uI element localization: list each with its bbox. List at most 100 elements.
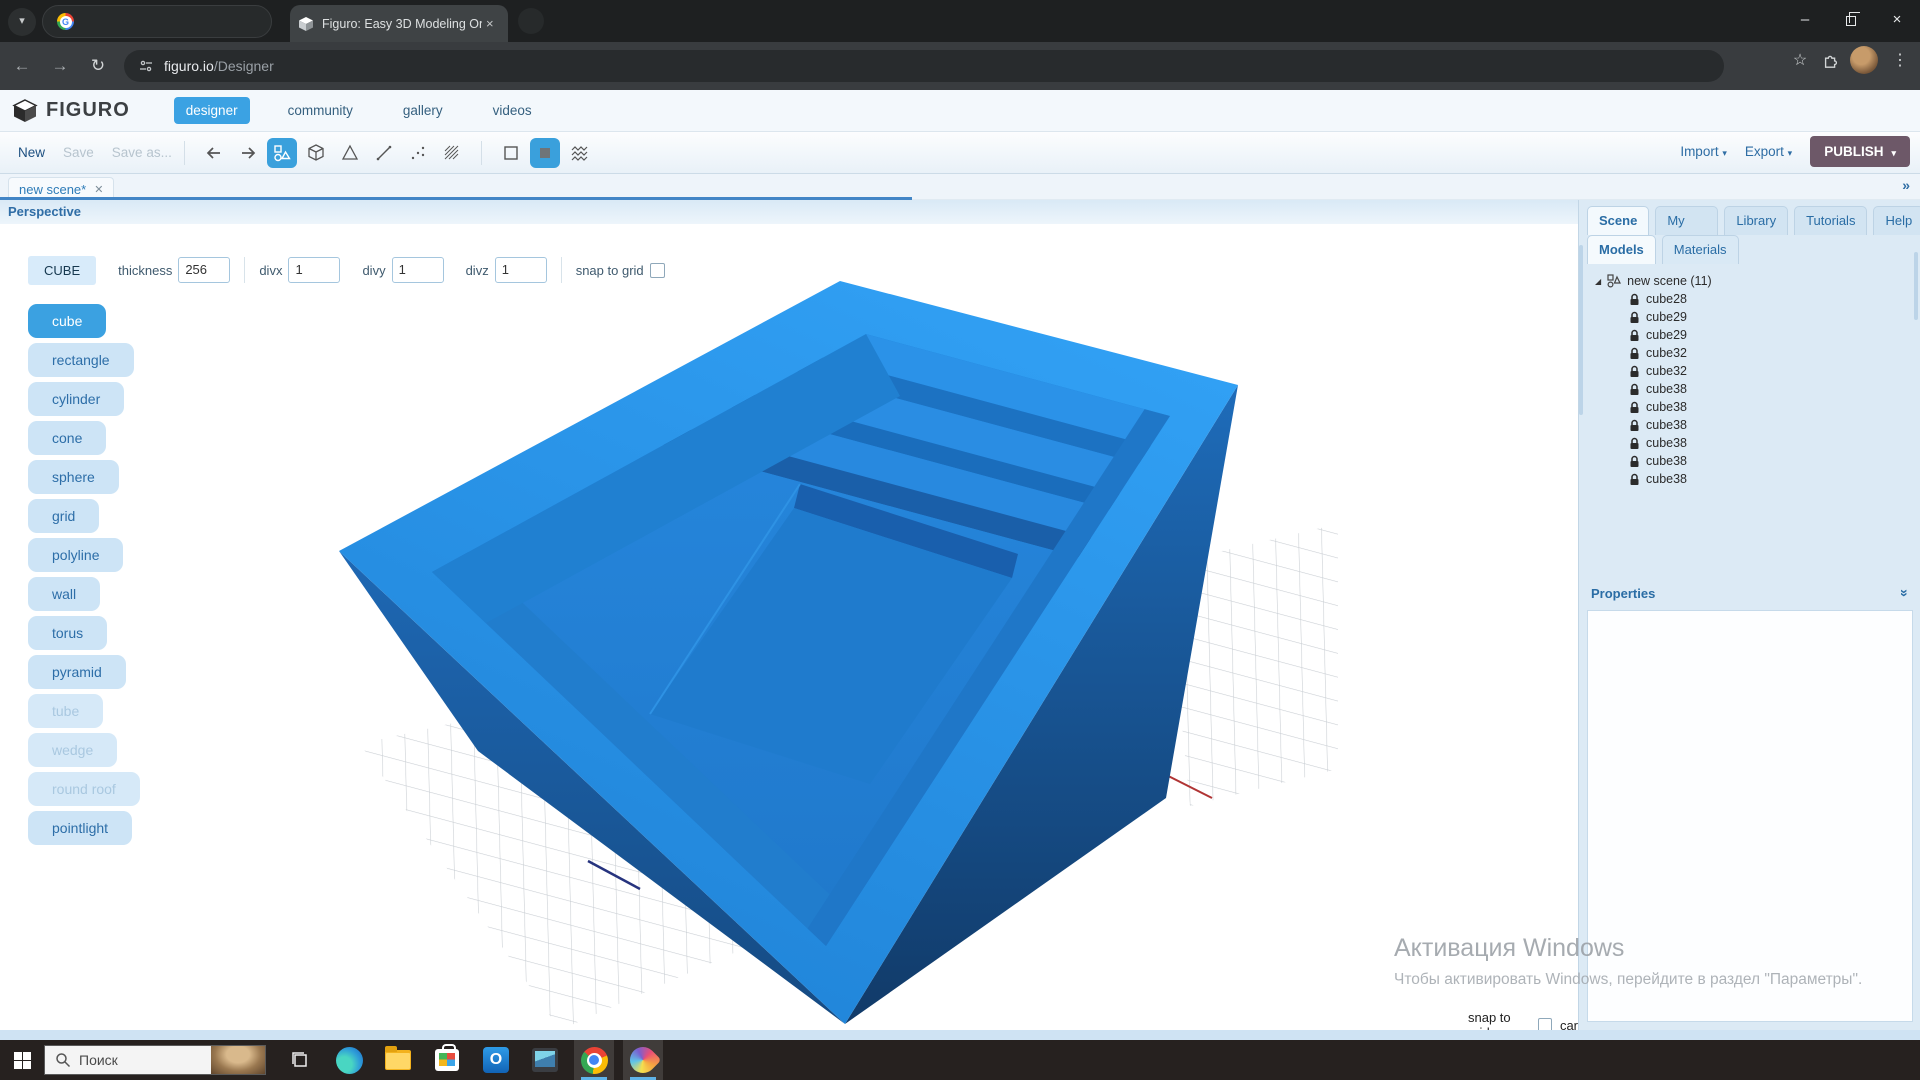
redo-button[interactable] <box>233 138 263 168</box>
snap-to-grid-checkbox-2[interactable] <box>1538 1018 1552 1031</box>
wireframe-button[interactable] <box>437 138 467 168</box>
browser-menu-icon[interactable]: ⋮ <box>1888 50 1912 70</box>
browser-tab-active[interactable]: Figuro: Easy 3D Modeling Onli × <box>290 5 508 42</box>
tree-item[interactable]: cube38 <box>1579 452 1920 470</box>
taskbar-app-paint[interactable] <box>623 1040 663 1080</box>
collapse-chevron-icon[interactable]: » <box>1897 589 1913 597</box>
line-tool-button[interactable] <box>369 138 399 168</box>
taskbar-app-store[interactable] <box>427 1040 467 1080</box>
panel-subtab[interactable]: Materials <box>1662 235 1739 264</box>
viewport-3d[interactable]: CUBE thickness 256 divx 1 divy 1 divz 1 … <box>0 224 1578 1030</box>
shape-button[interactable]: cube <box>28 304 106 338</box>
render-solid-button[interactable] <box>530 138 560 168</box>
taskbar-app-photos[interactable] <box>525 1040 565 1080</box>
panel-tab[interactable]: Scene <box>1587 206 1649 235</box>
shape-button[interactable]: torus <box>28 616 107 650</box>
panel-tab[interactable]: Library <box>1724 206 1788 235</box>
window-restore-button[interactable] <box>1828 0 1874 40</box>
vertices-tool-button[interactable] <box>403 138 433 168</box>
shape-button[interactable]: tube <box>28 694 103 728</box>
taskbar-app-explorer[interactable] <box>378 1040 418 1080</box>
tab-close-icon[interactable]: × <box>486 16 494 31</box>
tab-overflow-icon[interactable]: » <box>1902 177 1910 193</box>
panel-tab[interactable]: My Assets <box>1655 206 1718 235</box>
undo-button[interactable] <box>199 138 229 168</box>
tree-item[interactable]: cube32 <box>1579 344 1920 362</box>
nav-item[interactable]: gallery <box>391 97 455 124</box>
tree-item[interactable]: cube38 <box>1579 434 1920 452</box>
tab-search-chevron-icon[interactable]: ▾ <box>8 8 36 36</box>
tree-item[interactable]: cube28 <box>1579 290 1920 308</box>
new-tab-button[interactable] <box>518 8 544 34</box>
shape-button[interactable]: polyline <box>28 538 123 572</box>
panel-tab[interactable]: Help <box>1873 206 1920 235</box>
window-close-button[interactable]: × <box>1874 0 1920 40</box>
panel-scrollbar-right[interactable] <box>1914 252 1918 320</box>
shape-button[interactable]: pointlight <box>28 811 132 845</box>
site-info-icon[interactable] <box>138 58 154 74</box>
figuro-logo[interactable]: FIGURO <box>12 98 130 124</box>
taskbar-app-chrome[interactable] <box>574 1040 614 1080</box>
export-dropdown[interactable]: Export ▾ <box>1745 144 1792 159</box>
browser-tab-inactive[interactable] <box>42 5 272 38</box>
nav-item[interactable]: designer <box>174 97 250 124</box>
start-button[interactable] <box>0 1040 44 1080</box>
file-menu-item[interactable]: Save <box>63 145 94 160</box>
divz-input[interactable]: 1 <box>495 257 547 283</box>
task-view-button[interactable] <box>280 1040 320 1080</box>
cube-tool-button[interactable] <box>301 138 331 168</box>
tree-item[interactable]: cube38 <box>1579 380 1920 398</box>
shape-button[interactable]: grid <box>28 499 99 533</box>
file-menu-item[interactable]: New <box>18 145 45 160</box>
divx-input[interactable]: 1 <box>288 257 340 283</box>
tree-item[interactable]: cube29 <box>1579 308 1920 326</box>
file-menu-item[interactable]: Save as... <box>112 145 172 160</box>
url-bar[interactable]: figuro.io/Designer <box>124 50 1724 82</box>
shape-button[interactable]: cylinder <box>28 382 124 416</box>
thickness-input[interactable]: 256 <box>178 257 230 283</box>
render-textured-button[interactable] <box>564 138 594 168</box>
profile-avatar[interactable] <box>1850 46 1878 74</box>
reload-icon[interactable]: ↻ <box>82 50 114 82</box>
snap-to-grid-checkbox[interactable] <box>650 263 665 278</box>
zigzag-icon <box>569 143 589 163</box>
tree-root-row[interactable]: ◢ new scene (11) <box>1579 272 1920 290</box>
tree-item[interactable]: cube38 <box>1579 416 1920 434</box>
publish-button[interactable]: PUBLISH▾ <box>1810 136 1910 167</box>
shape-button[interactable]: pyramid <box>28 655 126 689</box>
search-highlight-image[interactable] <box>211 1046 265 1074</box>
pool-model[interactable] <box>267 230 1266 1030</box>
render-wire-button[interactable] <box>496 138 526 168</box>
nav-item[interactable]: community <box>276 97 365 124</box>
extensions-puzzle-icon[interactable] <box>1822 51 1840 69</box>
shape-button[interactable]: wall <box>28 577 100 611</box>
divy-input[interactable]: 1 <box>392 257 444 283</box>
panel-subtab[interactable]: Models <box>1587 235 1656 264</box>
shapes-mode-button[interactable] <box>267 138 297 168</box>
scene-3d-canvas[interactable] <box>0 224 1578 1030</box>
shape-button[interactable]: cone <box>28 421 106 455</box>
back-icon[interactable]: ← <box>6 50 38 82</box>
cone-tool-button[interactable] <box>335 138 365 168</box>
taskbar-search[interactable]: Поиск <box>44 1045 266 1075</box>
scene-tab-close-icon[interactable]: ✕ <box>94 183 103 196</box>
tree-item[interactable]: cube38 <box>1579 470 1920 488</box>
panel-tab[interactable]: Tutorials <box>1794 206 1867 235</box>
taskbar-app-edge[interactable] <box>329 1040 369 1080</box>
shape-button[interactable]: rectangle <box>28 343 134 377</box>
nav-item[interactable]: videos <box>481 97 544 124</box>
forward-icon[interactable]: → <box>44 50 76 82</box>
bookmark-star-icon[interactable]: ☆ <box>1788 50 1812 70</box>
import-dropdown[interactable]: Import ▾ <box>1680 144 1727 159</box>
shape-button[interactable]: round roof <box>28 772 140 806</box>
tree-expand-icon[interactable]: ◢ <box>1595 277 1601 286</box>
window-minimize-button[interactable]: – <box>1782 0 1828 40</box>
shape-button[interactable]: wedge <box>28 733 117 767</box>
shape-button[interactable]: sphere <box>28 460 119 494</box>
tree-item[interactable]: cube38 <box>1579 398 1920 416</box>
tree-item[interactable]: cube29 <box>1579 326 1920 344</box>
taskbar-app-outlook[interactable] <box>476 1040 516 1080</box>
panel-scrollbar-left[interactable] <box>1579 245 1583 415</box>
properties-header[interactable]: Properties » <box>1591 585 1909 601</box>
tree-item[interactable]: cube32 <box>1579 362 1920 380</box>
